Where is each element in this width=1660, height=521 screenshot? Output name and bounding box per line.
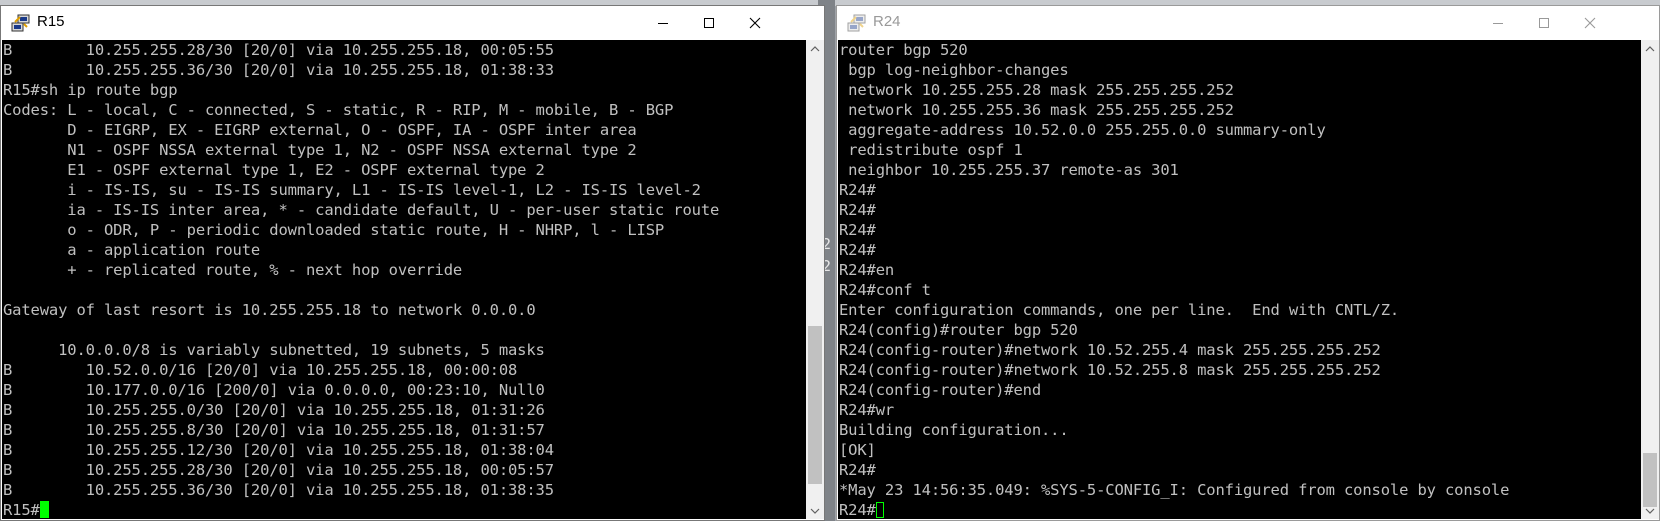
terminal-line: D - EIGRP, EX - EIGRP external, O - OSPF… xyxy=(3,121,637,139)
terminal-line: ia - IS-IS inter area, * - candidate def… xyxy=(3,201,720,219)
chevron-down-icon xyxy=(1645,508,1655,514)
terminal-line: R24(config-router)#network 10.52.255.8 m… xyxy=(839,361,1381,379)
terminal-line: + - replicated route, % - next hop overr… xyxy=(3,261,463,279)
close-button[interactable] xyxy=(732,6,778,40)
putty-icon[interactable] xyxy=(847,13,867,33)
scroll-up-button[interactable] xyxy=(1641,40,1659,57)
terminal-line: R24#conf t xyxy=(839,281,931,299)
terminal-line: R24#wr xyxy=(839,401,895,419)
terminal-line: neighbor 10.255.255.37 remote-as 301 xyxy=(839,161,1179,179)
terminal-prompt: R24# xyxy=(839,501,876,519)
terminal-line: i - IS-IS, su - IS-IS summary, L1 - IS-I… xyxy=(3,181,701,199)
terminal-line: redistribute ospf 1 xyxy=(839,141,1023,159)
terminal-output[interactable]: router bgp 520 bgp log-neighbor-changes … xyxy=(838,40,1641,519)
title-bar[interactable]: R24 xyxy=(837,6,1659,40)
vertical-scrollbar[interactable] xyxy=(806,40,824,519)
terminal-line: R24# xyxy=(839,241,876,259)
chevron-up-icon xyxy=(810,45,820,51)
terminal-line: a - application route xyxy=(3,241,261,259)
terminal-line: B 10.52.0.0/16 [20/0] via 10.255.255.18,… xyxy=(3,361,518,379)
terminal-line: B 10.255.255.28/30 [20/0] via 10.255.255… xyxy=(3,41,554,59)
scroll-thumb[interactable] xyxy=(1643,453,1657,507)
scroll-thumb[interactable] xyxy=(808,326,822,484)
maximize-button[interactable] xyxy=(686,6,732,40)
chevron-up-icon xyxy=(1645,45,1655,51)
terminal-line: Codes: L - local, C - connected, S - sta… xyxy=(3,101,674,119)
terminal-line: R24(config-router)#end xyxy=(839,381,1041,399)
title-bar[interactable]: R15 xyxy=(1,6,824,40)
terminal-line: E1 - OSPF external type 1, E2 - OSPF ext… xyxy=(3,161,545,179)
terminal-line: R15#sh ip route bgp xyxy=(3,81,178,99)
maximize-icon xyxy=(704,18,714,28)
minimize-button[interactable] xyxy=(1475,6,1521,40)
terminal-cursor xyxy=(39,501,49,518)
close-icon xyxy=(749,17,761,29)
terminal-output[interactable]: B 10.255.255.28/30 [20/0] via 10.255.255… xyxy=(2,40,806,519)
terminal-line: router bgp 520 xyxy=(839,41,968,59)
close-icon xyxy=(1584,17,1596,29)
scroll-up-button[interactable] xyxy=(806,40,824,57)
terminal-prompt: R15# xyxy=(3,501,40,519)
terminal-line: o - ODR, P - periodic downloaded static … xyxy=(3,221,665,239)
terminal-line: B 10.255.255.28/30 [20/0] via 10.255.255… xyxy=(3,461,554,479)
terminal-line: *May 23 14:56:35.049: %SYS-5-CONFIG_I: C… xyxy=(839,481,1510,499)
terminal-cursor xyxy=(875,502,884,518)
terminal-line: Enter configuration commands, one per li… xyxy=(839,301,1400,319)
minimize-button[interactable] xyxy=(640,6,686,40)
terminal-line: R24(config-router)#network 10.52.255.4 m… xyxy=(839,341,1381,359)
terminal-line: R24# xyxy=(839,201,876,219)
terminal-line: B 10.177.0.0/16 [200/0] via 0.0.0.0, 00:… xyxy=(3,381,545,399)
terminal-line: Building configuration... xyxy=(839,421,1069,439)
terminal-line: B 10.255.255.0/30 [20/0] via 10.255.255.… xyxy=(3,401,545,419)
window-title: R24 xyxy=(873,13,901,30)
terminal-line: Gateway of last resort is 10.255.255.18 … xyxy=(3,301,536,319)
terminal-line: network 10.255.255.36 mask 255.255.255.2… xyxy=(839,101,1234,119)
terminal-line: R24# xyxy=(839,461,876,479)
window-title: R15 xyxy=(37,13,65,30)
terminal-line: R24#en xyxy=(839,261,895,279)
terminal-prompt-line[interactable]: R24# xyxy=(838,500,1641,519)
terminal-line: R24(config)#router bgp 520 xyxy=(839,321,1078,339)
terminal-line: [OK] xyxy=(839,441,876,459)
terminal-line: B 10.255.255.12/30 [20/0] via 10.255.255… xyxy=(3,441,554,459)
terminal-line: B 10.255.255.8/30 [20/0] via 10.255.255.… xyxy=(3,421,545,439)
terminal-line: B 10.255.255.36/30 [20/0] via 10.255.255… xyxy=(3,61,554,79)
minimize-icon xyxy=(658,23,668,24)
terminal-line: R24# xyxy=(839,181,876,199)
vertical-scrollbar[interactable] xyxy=(1641,40,1659,519)
terminal-line: R24# xyxy=(839,221,876,239)
chevron-down-icon xyxy=(810,508,820,514)
putty-window-r24[interactable]: R24 router bgp 520 bgp log-neighbor-chan… xyxy=(836,5,1660,521)
terminal-line: B 10.255.255.36/30 [20/0] via 10.255.255… xyxy=(3,481,554,499)
terminal-line: network 10.255.255.28 mask 255.255.255.2… xyxy=(839,81,1234,99)
terminal-prompt-line[interactable]: R15# xyxy=(2,500,806,519)
minimize-icon xyxy=(1493,23,1503,24)
putty-window-r15[interactable]: R15 B 10.255.255.28/30 [20/0] via 10.255… xyxy=(0,5,825,521)
scroll-down-button[interactable] xyxy=(1641,502,1659,519)
scroll-down-button[interactable] xyxy=(806,502,824,519)
terminal-line: N1 - OSPF NSSA external type 1, N2 - OSP… xyxy=(3,141,637,159)
putty-icon[interactable] xyxy=(11,13,31,33)
maximize-icon xyxy=(1539,18,1549,28)
terminal-line: bgp log-neighbor-changes xyxy=(839,61,1069,79)
terminal-line: aggregate-address 10.52.0.0 255.255.0.0 … xyxy=(839,121,1326,139)
maximize-button[interactable] xyxy=(1521,6,1567,40)
close-button[interactable] xyxy=(1567,6,1613,40)
terminal-line: 10.0.0.0/8 is variably subnetted, 19 sub… xyxy=(3,341,545,359)
